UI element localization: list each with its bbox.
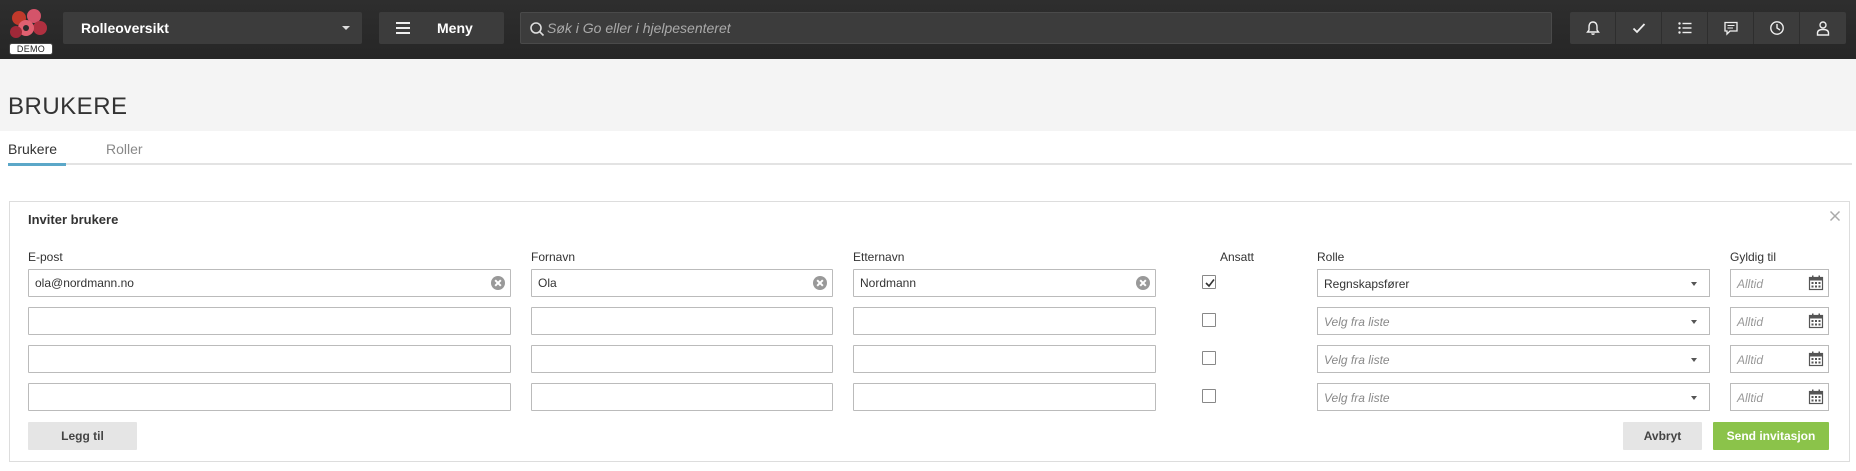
lastname-field [853,383,1156,411]
firstname-input[interactable] [532,308,832,334]
tab-users[interactable]: Brukere [8,141,67,166]
calendar-icon[interactable] [1808,313,1824,329]
lastname-input[interactable] [854,308,1155,334]
firstname-input[interactable] [532,270,832,296]
close-icon[interactable] [1827,208,1843,224]
chevron-down-icon [1691,320,1697,324]
employee-checkbox[interactable] [1202,275,1216,289]
search-icon [530,22,545,37]
chat-icon [1723,21,1738,36]
tasks-button[interactable] [1616,12,1662,44]
chevron-down-icon [1691,396,1697,400]
page-heading-area: BRUKERE [0,59,1856,131]
tab-roles[interactable]: Roller [106,141,143,157]
column-label-email: E-post [28,250,63,264]
role-select-value: Velg fra liste [1324,315,1390,329]
role-select[interactable]: Velg fra liste [1317,345,1710,373]
cancel-button[interactable]: Avbryt [1623,422,1702,450]
list-icon [1677,22,1691,34]
column-label-firstname: Fornavn [531,250,576,264]
tab-bar: Brukere Roller [8,131,1852,166]
search-input[interactable] [547,13,1537,43]
lastname-field [853,269,1156,297]
history-button[interactable] [1754,12,1800,44]
role-select-value: Velg fra liste [1324,391,1390,405]
email-field [28,269,511,297]
email-field [28,345,511,373]
messages-button[interactable] [1708,12,1754,44]
email-input[interactable] [29,308,510,334]
send-invitation-button[interactable]: Send invitasjon [1713,422,1829,450]
role-select-value: Velg fra liste [1324,353,1390,367]
chevron-down-icon [1691,282,1697,286]
employee-checkbox[interactable] [1202,313,1216,327]
valid-until-field[interactable]: Alltid [1730,269,1829,297]
employee-checkbox[interactable] [1202,389,1216,403]
profile-button[interactable] [1800,12,1846,44]
role-select-value: Regnskapsfører [1324,277,1410,291]
firstname-input[interactable] [532,346,832,372]
email-field [28,307,511,335]
valid-until-field[interactable]: Alltid [1730,307,1829,335]
calendar-icon[interactable] [1808,389,1824,405]
user-icon [1816,21,1830,36]
role-select[interactable]: Regnskapsfører [1317,269,1710,297]
firstname-field [531,269,833,297]
menu-button[interactable]: Meny [379,12,504,44]
notifications-button[interactable] [1570,12,1616,44]
lastname-input[interactable] [854,270,1155,296]
check-icon [1632,23,1645,34]
invite-users-panel: Inviter brukere E-post Fornavn Etternavn… [9,201,1850,462]
role-select[interactable]: Velg fra liste [1317,307,1710,335]
calendar-icon[interactable] [1808,275,1824,291]
valid-until-field[interactable]: Alltid [1730,383,1829,411]
email-input[interactable] [29,270,510,296]
panel-title: Inviter brukere [28,212,119,227]
column-label-valid-until: Gyldig til [1730,250,1777,264]
demo-badge: DEMO [9,43,53,55]
chevron-down-icon [342,26,350,30]
top-bar: DEMO Rolleoversikt Meny [0,0,1856,59]
calendar-icon[interactable] [1808,351,1824,367]
clear-icon[interactable] [491,276,505,290]
column-label-role: Rolle [1317,250,1345,264]
email-input[interactable] [29,384,510,410]
firstname-input[interactable] [532,384,832,410]
list-button[interactable] [1662,12,1708,44]
checkmark-icon [1205,279,1215,288]
firstname-field [531,383,833,411]
clear-icon[interactable] [1136,276,1150,290]
lastname-input[interactable] [854,384,1155,410]
role-overview-select-label: Rolleoversikt [81,20,169,36]
email-field [28,383,511,411]
hamburger-icon [396,22,410,34]
column-label-lastname: Etternavn [853,250,905,264]
role-overview-select[interactable]: Rolleoversikt [63,12,362,44]
global-search [520,12,1552,44]
page-title: BRUKERE [8,93,128,120]
valid-until-value: Alltid [1737,353,1764,367]
role-select[interactable]: Velg fra liste [1317,383,1710,411]
add-row-button[interactable]: Legg til [28,422,137,450]
lastname-input[interactable] [854,346,1155,372]
lastname-field [853,345,1156,373]
lastname-field [853,307,1156,335]
logo-mark-icon [10,9,47,38]
menu-button-label: Meny [437,20,473,36]
chevron-down-icon [1691,358,1697,362]
email-input[interactable] [29,346,510,372]
bell-icon [1585,21,1600,35]
clock-icon [1769,21,1784,35]
valid-until-value: Alltid [1737,391,1764,405]
valid-until-value: Alltid [1737,315,1764,329]
valid-until-field[interactable]: Alltid [1730,345,1829,373]
top-icon-group [1570,12,1846,44]
column-label-employee: Ansatt [1220,250,1255,264]
firstname-field [531,307,833,335]
employee-checkbox[interactable] [1202,351,1216,365]
firstname-field [531,345,833,373]
clear-icon[interactable] [813,276,827,290]
logo[interactable]: DEMO [6,6,53,55]
valid-until-value: Alltid [1737,277,1764,291]
